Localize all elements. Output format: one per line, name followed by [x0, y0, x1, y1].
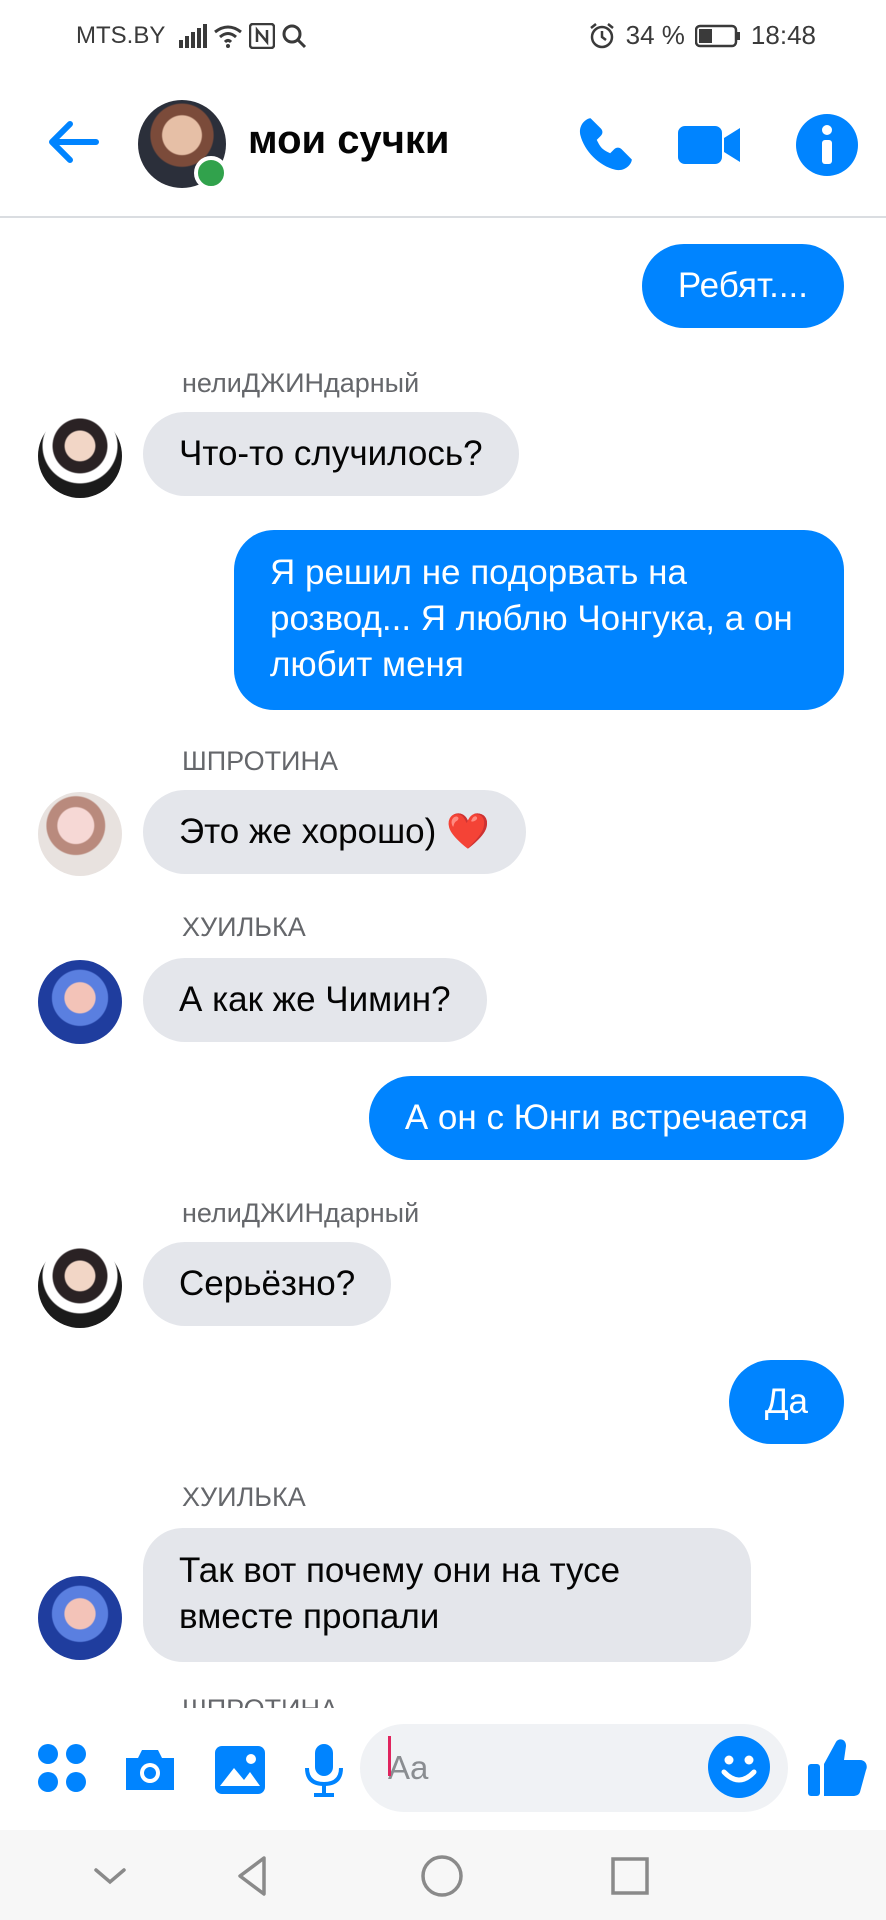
nav-collapse-icon[interactable]	[86, 1852, 134, 1900]
search-icon	[282, 24, 307, 49]
sender-name: нелиДЖИНдарный	[182, 1198, 420, 1228]
info-icon[interactable]	[794, 112, 860, 178]
camera-icon[interactable]	[120, 1740, 180, 1800]
status-bar: MTS.BY 34 % 18:48	[0, 0, 886, 72]
chat-title[interactable]: мои сучки	[248, 118, 450, 163]
online-status-dot	[194, 156, 228, 190]
sender-name: ШПРОТИНА	[182, 746, 338, 776]
sender-name: ХУИЛЬКА	[182, 912, 306, 942]
clock: 18:48	[750, 20, 816, 50]
sender-name: ШПРОТИНА	[182, 1694, 338, 1708]
incoming-message[interactable]: Это же хорошо) ❤️	[143, 790, 526, 874]
sender-avatar[interactable]	[38, 960, 122, 1044]
mic-icon[interactable]	[294, 1740, 354, 1800]
incoming-message[interactable]: А как же Чимин?	[143, 958, 487, 1042]
sender-name: ХУИЛЬКА	[182, 1482, 306, 1512]
chat-header: мои сучки	[0, 72, 886, 218]
emoji-icon[interactable]	[706, 1734, 772, 1800]
sender-avatar[interactable]	[38, 1244, 122, 1328]
battery-icon	[694, 24, 740, 47]
message-input[interactable]	[386, 1748, 688, 1788]
alarm-icon	[589, 22, 614, 48]
carrier-label: MTS.BY	[76, 22, 166, 49]
nav-back-icon[interactable]	[230, 1852, 278, 1900]
battery-percent: 34 %	[625, 20, 685, 50]
sender-name: нелиДЖИНдарный	[182, 368, 420, 398]
outgoing-message[interactable]: Да	[728, 1360, 844, 1444]
outgoing-message[interactable]: Я решил не подорвать на розвод... Я любл…	[234, 530, 844, 710]
phone-icon[interactable]	[572, 112, 638, 178]
incoming-message[interactable]: Так вот почему они на тусе вместе пропал…	[143, 1528, 751, 1662]
outgoing-message[interactable]: А он с Юнги встречается	[368, 1076, 844, 1160]
apps-icon[interactable]	[34, 1740, 94, 1800]
sender-avatar[interactable]	[38, 792, 122, 876]
group-avatar[interactable]	[138, 100, 228, 190]
sender-avatar[interactable]	[38, 414, 122, 498]
system-nav-bar	[0, 1830, 886, 1920]
text-caret	[388, 1736, 391, 1776]
outgoing-message[interactable]: Ребят....	[641, 244, 844, 328]
signal-icon	[179, 24, 208, 48]
nav-recents-icon[interactable]	[606, 1852, 654, 1900]
incoming-message[interactable]: Что-то случилось?	[143, 412, 519, 496]
sender-avatar[interactable]	[38, 1576, 122, 1660]
incoming-message[interactable]: Серьёзно?	[143, 1242, 392, 1326]
gallery-icon[interactable]	[210, 1740, 270, 1800]
wifi-icon	[214, 25, 243, 48]
message-composer	[0, 1710, 886, 1830]
video-icon[interactable]	[676, 112, 742, 178]
nav-home-icon[interactable]	[418, 1852, 466, 1900]
back-arrow-icon[interactable]	[42, 112, 102, 172]
nfc-icon	[249, 23, 276, 49]
thumbs-up-icon[interactable]	[806, 1734, 868, 1800]
